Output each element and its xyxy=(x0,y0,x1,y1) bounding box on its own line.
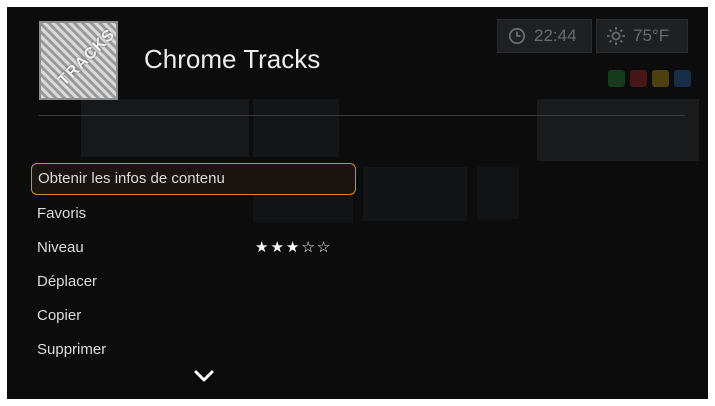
menu-item-rating[interactable]: Niveau ★★★☆☆ xyxy=(31,231,356,265)
menu-item-favorites[interactable]: Favoris xyxy=(31,197,356,231)
menu-item-label: Niveau xyxy=(37,239,84,256)
background-tile xyxy=(477,167,519,219)
menu-item-label: Obtenir les infos de contenu xyxy=(38,170,225,187)
sun-icon xyxy=(607,27,625,45)
time-text: 22:44 xyxy=(534,26,577,45)
clock-status: 22:44 xyxy=(497,19,592,53)
menu-item-label: Copier xyxy=(37,307,82,324)
background-tile xyxy=(81,99,249,157)
menu-item-delete[interactable]: Supprimer xyxy=(31,333,356,367)
chevron-down-icon[interactable] xyxy=(193,369,215,383)
app-screen: TRACKS Chrome Tracks 22:44 75°F Obtenir … xyxy=(7,7,708,399)
clock-icon xyxy=(508,27,526,45)
menu-item-label: Supprimer xyxy=(37,341,107,358)
options-menu: Obtenir les infos de contenu Favoris Niv… xyxy=(31,163,356,367)
rating-stars[interactable]: ★★★☆☆ xyxy=(255,231,332,265)
yellow-button-icon xyxy=(652,70,669,87)
menu-item-copy[interactable]: Copier xyxy=(31,299,356,333)
green-button-icon xyxy=(608,70,625,87)
header-divider xyxy=(39,115,685,116)
red-button-icon xyxy=(630,70,647,87)
temperature-text: 75°F xyxy=(633,26,670,45)
menu-item-label: Déplacer xyxy=(37,273,98,290)
page-title: Chrome Tracks xyxy=(144,44,321,74)
background-tile xyxy=(363,167,467,221)
background-color-buttons xyxy=(608,70,691,87)
blue-button-icon xyxy=(674,70,691,87)
menu-item-label: Favoris xyxy=(37,205,87,222)
background-tile xyxy=(537,99,699,161)
album-art-text: TRACKS xyxy=(55,25,118,90)
menu-item-move[interactable]: Déplacer xyxy=(31,265,356,299)
weather-status: 75°F xyxy=(596,19,688,53)
album-art: TRACKS xyxy=(39,21,118,100)
background-tile xyxy=(253,99,339,157)
menu-item-content-info[interactable]: Obtenir les infos de contenu xyxy=(31,163,356,195)
